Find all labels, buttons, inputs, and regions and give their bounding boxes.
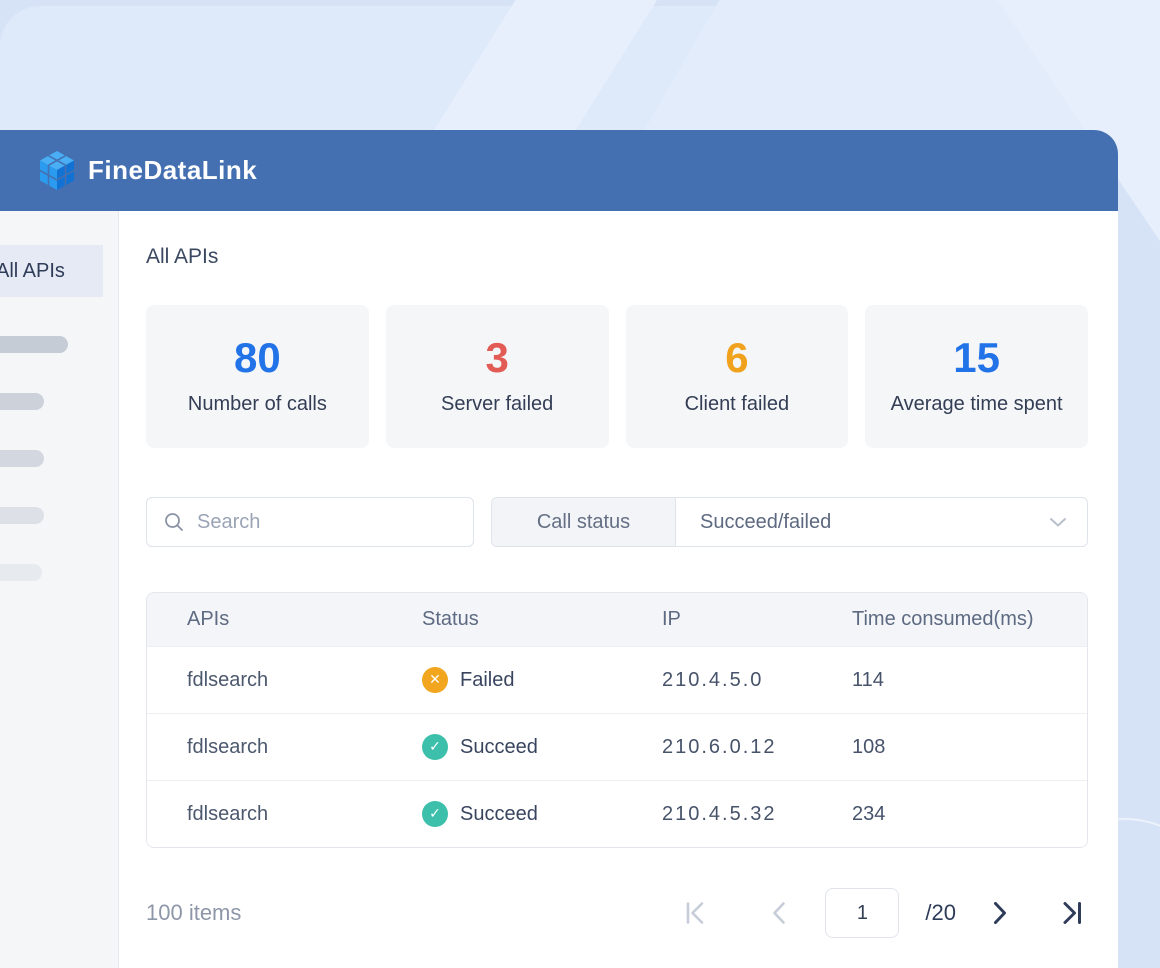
next-page-button[interactable] xyxy=(984,897,1016,929)
stat-card-average-time: 15 Average time spent xyxy=(865,305,1088,448)
main-content: All APIs 80 Number of calls 3 Server fai… xyxy=(119,211,1118,968)
column-header-ip: IP xyxy=(662,608,852,631)
prev-page-icon xyxy=(768,900,790,926)
search-icon xyxy=(163,511,185,533)
time-cell: 234 xyxy=(852,803,1087,826)
time-cell: 108 xyxy=(852,736,1087,759)
pagination: /20 xyxy=(679,888,1088,938)
total-pages: /20 xyxy=(925,900,956,926)
stat-card-server-failed: 3 Server failed xyxy=(386,305,609,448)
column-header-status: Status xyxy=(422,608,662,631)
call-status-select[interactable]: Call status Succeed/failed xyxy=(491,497,1088,547)
stat-label: Server failed xyxy=(441,393,553,416)
api-name-cell: fdlsearch xyxy=(147,736,422,759)
first-page-icon xyxy=(681,899,709,927)
sidebar-item-label: All APIs xyxy=(0,260,65,283)
status-cell: ✕ Failed xyxy=(422,667,662,693)
stat-value: 6 xyxy=(725,337,748,379)
search-box[interactable] xyxy=(146,497,474,547)
cube-logo-icon xyxy=(38,150,76,192)
stat-card-client-failed: 6 Client failed xyxy=(626,305,849,448)
ip-cell: 210.4.5.0 xyxy=(662,669,852,692)
prev-page-button[interactable] xyxy=(763,897,795,929)
succeed-icon: ✓ xyxy=(422,801,448,827)
stat-cards: 80 Number of calls 3 Server failed 6 Cli… xyxy=(146,305,1088,448)
stat-label: Number of calls xyxy=(188,393,327,416)
stat-value: 80 xyxy=(234,337,281,379)
stat-value: 15 xyxy=(953,337,1000,379)
status-text: Failed xyxy=(460,669,514,692)
status-cell: ✓ Succeed xyxy=(422,801,662,827)
sidebar-item-all-apis[interactable]: All APIs xyxy=(0,245,103,297)
column-header-apis: APIs xyxy=(147,608,422,631)
search-input[interactable] xyxy=(197,511,447,534)
table-row[interactable]: fdlsearch ✕ Failed 210.4.5.0 114 xyxy=(147,646,1087,713)
status-text: Succeed xyxy=(460,736,538,759)
call-status-value[interactable]: Succeed/failed xyxy=(676,498,1087,546)
stat-label: Client failed xyxy=(685,393,790,416)
api-calls-table: APIs Status IP Time consumed(ms) fdlsear… xyxy=(146,592,1088,848)
succeed-icon: ✓ xyxy=(422,734,448,760)
filter-row: Call status Succeed/failed xyxy=(146,497,1088,547)
chevron-down-icon xyxy=(1049,516,1067,528)
api-name-cell: fdlsearch xyxy=(147,669,422,692)
table-row[interactable]: fdlsearch ✓ Succeed 210.4.5.32 234 xyxy=(147,780,1087,847)
api-name-cell: fdlsearch xyxy=(147,803,422,826)
stat-card-number-of-calls: 80 Number of calls xyxy=(146,305,369,448)
stat-label: Average time spent xyxy=(891,393,1063,416)
app-header: FineDataLink xyxy=(0,130,1118,211)
table-row[interactable]: fdlsearch ✓ Succeed 210.6.0.12 108 xyxy=(147,713,1087,780)
stat-value: 3 xyxy=(485,337,508,379)
page-number-input[interactable] xyxy=(825,888,899,938)
page-title: All APIs xyxy=(146,245,1088,269)
sidebar-skeleton-item xyxy=(0,393,44,410)
items-count: 100 items xyxy=(146,900,241,926)
status-cell: ✓ Succeed xyxy=(422,734,662,760)
call-status-label: Call status xyxy=(492,498,676,546)
sidebar-skeleton-item xyxy=(0,507,44,524)
table-header-row: APIs Status IP Time consumed(ms) xyxy=(147,593,1087,646)
failed-icon: ✕ xyxy=(422,667,448,693)
column-header-time: Time consumed(ms) xyxy=(852,608,1087,631)
ip-cell: 210.6.0.12 xyxy=(662,736,852,759)
ip-cell: 210.4.5.32 xyxy=(662,803,852,826)
table-footer: 100 items /20 xyxy=(146,888,1088,938)
sidebar-skeleton-item xyxy=(0,564,42,581)
time-cell: 114 xyxy=(852,669,1087,692)
sidebar: All APIs xyxy=(0,211,119,968)
last-page-icon xyxy=(1058,899,1086,927)
first-page-button[interactable] xyxy=(679,897,711,929)
brand-name: FineDataLink xyxy=(88,155,257,186)
status-text: Succeed xyxy=(460,803,538,826)
sidebar-skeleton-item xyxy=(0,336,68,353)
selected-option: Succeed/failed xyxy=(700,511,1049,534)
next-page-icon xyxy=(989,900,1011,926)
app-window: FineDataLink All APIs All APIs 80 Number… xyxy=(0,130,1118,968)
sidebar-skeleton-item xyxy=(0,450,44,467)
last-page-button[interactable] xyxy=(1056,897,1088,929)
